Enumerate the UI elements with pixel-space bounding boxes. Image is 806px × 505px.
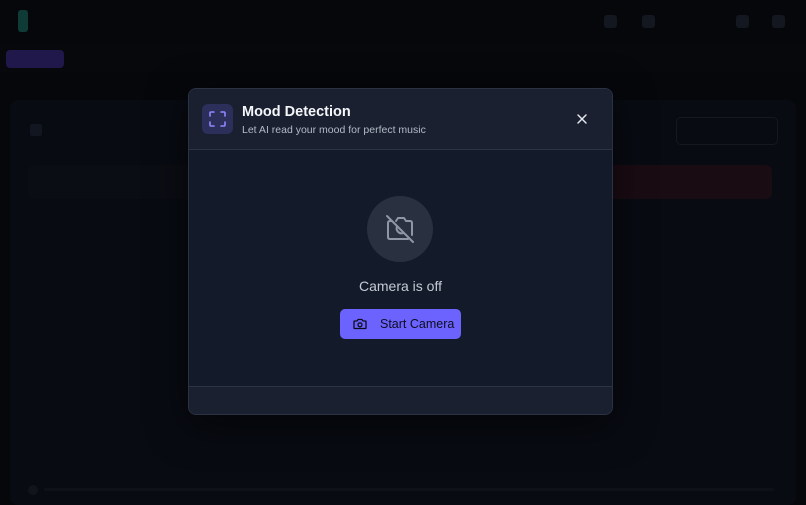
- panel-title-icon: [30, 124, 42, 136]
- search-icon[interactable]: [604, 15, 617, 28]
- chat-icon[interactable]: [642, 15, 655, 28]
- profile-icon[interactable]: [772, 15, 785, 28]
- dialog-subtitle: Let AI read your mood for perfect music: [242, 124, 426, 136]
- app-logo-icon: [18, 10, 28, 32]
- start-camera-label: Start Camera: [380, 317, 455, 331]
- dialog-title: Mood Detection: [242, 104, 351, 120]
- app-nav: [0, 44, 806, 72]
- dialog-header: Mood Detection Let AI read your mood for…: [189, 89, 612, 150]
- dialog-footer: [189, 386, 612, 414]
- scan-frame-icon: [202, 104, 233, 134]
- page: Mood Detection Let AI read your mood for…: [0, 0, 806, 505]
- panel-action-button[interactable]: [676, 117, 778, 145]
- mood-detection-dialog: Mood Detection Let AI read your mood for…: [188, 88, 613, 415]
- nav-tab-active[interactable]: [6, 50, 64, 68]
- player-progress-track[interactable]: [44, 488, 774, 491]
- camera-off-icon: [386, 215, 414, 243]
- camera-preview-placeholder: [367, 196, 433, 262]
- app-header: [0, 0, 806, 44]
- camera-icon: [353, 318, 367, 330]
- settings-icon[interactable]: [736, 15, 749, 28]
- background-strip-accent: [612, 165, 772, 199]
- close-button[interactable]: [574, 111, 590, 127]
- nav-tab[interactable]: [76, 50, 136, 68]
- close-icon: [577, 114, 587, 124]
- dialog-body: Camera is off Start Camera: [189, 150, 612, 386]
- nav-tab[interactable]: [156, 50, 210, 68]
- camera-status-text: Camera is off: [359, 278, 442, 294]
- start-camera-button[interactable]: Start Camera: [340, 309, 461, 339]
- player-dot-icon: [28, 485, 38, 495]
